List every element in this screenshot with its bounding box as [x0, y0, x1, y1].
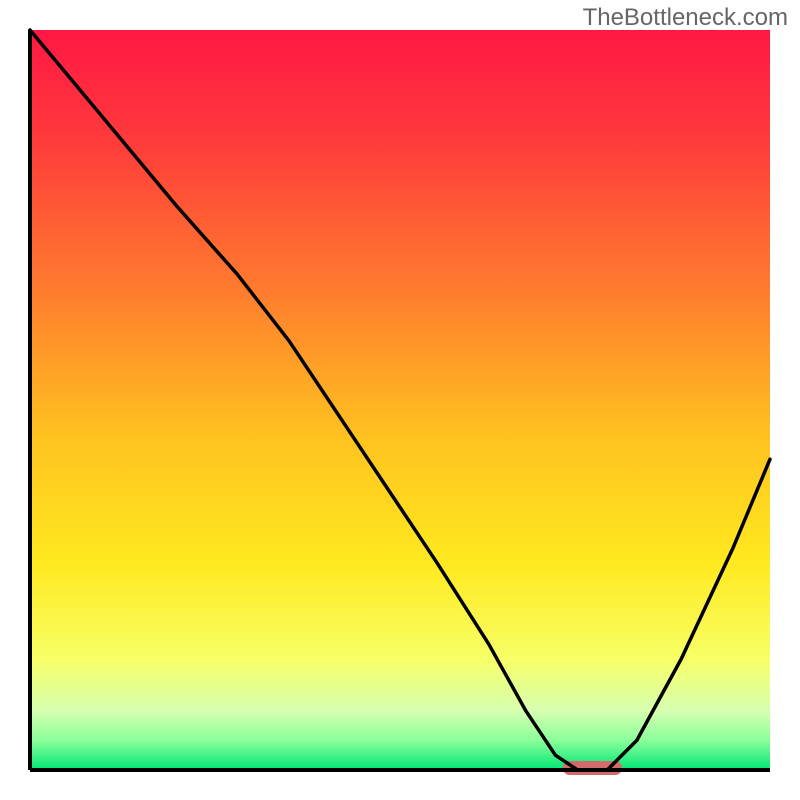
bottleneck-chart [0, 0, 800, 800]
watermark-text: TheBottleneck.com [583, 4, 788, 32]
chart-container: TheBottleneck.com [0, 0, 800, 800]
gradient-background [30, 30, 770, 770]
